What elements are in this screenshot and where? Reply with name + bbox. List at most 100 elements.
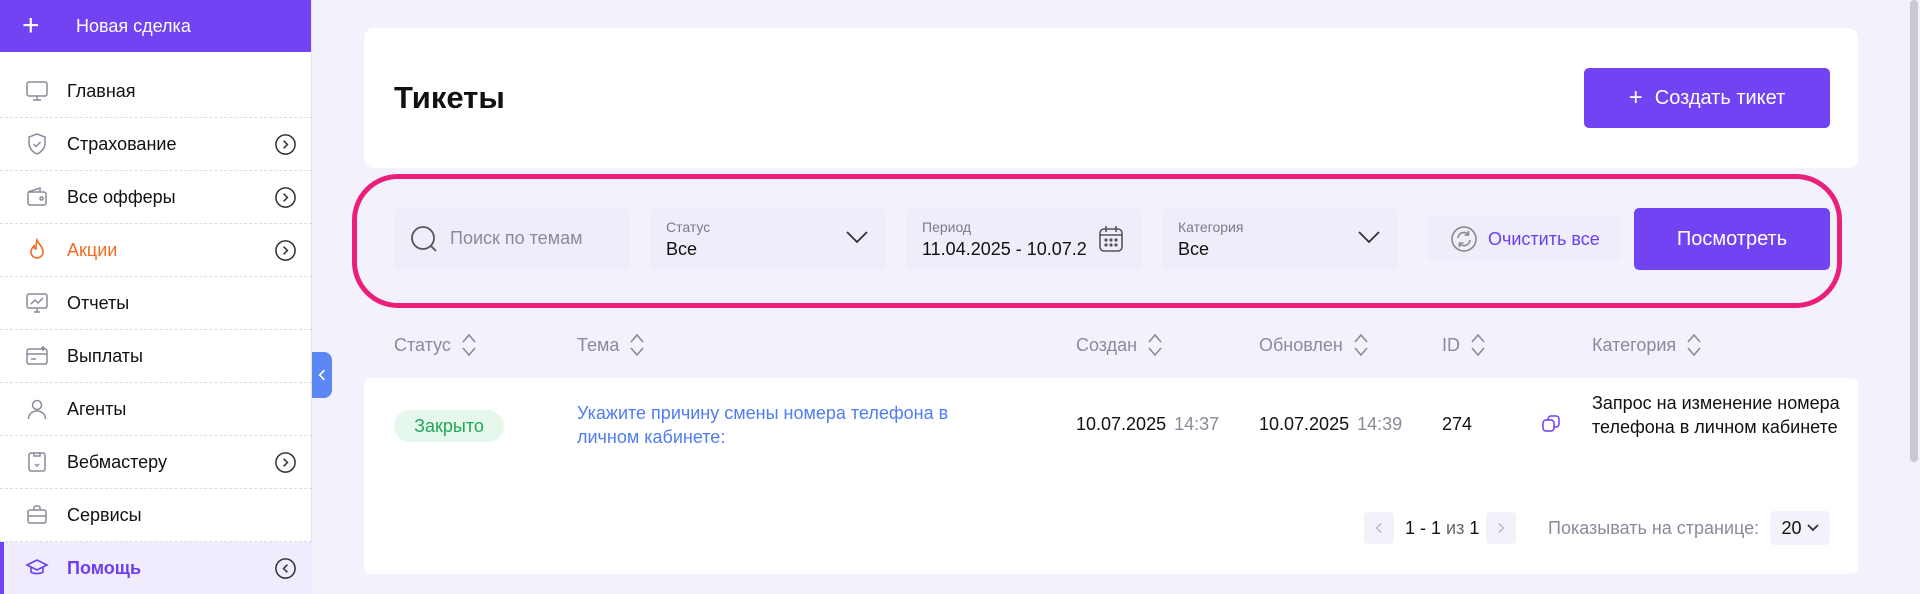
- sidebar-item-label: Акции: [67, 239, 118, 260]
- copy-icon[interactable]: [1541, 414, 1561, 434]
- pagination-of: из: [1446, 518, 1465, 538]
- ticket-topic-link[interactable]: Укажите причину смены номера телефона в …: [577, 401, 1007, 449]
- calendar-icon[interactable]: [1098, 225, 1124, 253]
- sidebar-item-label: Страхование: [67, 133, 177, 154]
- chevron-right-circle-icon[interactable]: [274, 451, 297, 474]
- briefcase-icon: [27, 505, 47, 524]
- page-scrollbar[interactable]: [1910, 0, 1918, 462]
- column-header-category[interactable]: Категория: [1592, 332, 1702, 358]
- monitor-icon: [26, 81, 48, 101]
- sidebar-item-label: Сервисы: [67, 504, 142, 525]
- chevron-right-circle-icon[interactable]: [274, 239, 297, 262]
- new-deal-label: Новая сделка: [76, 15, 191, 36]
- column-header-label: Категория: [1592, 334, 1677, 355]
- create-ticket-button[interactable]: + Создать тикет: [1584, 68, 1830, 128]
- status-select[interactable]: Статус Все: [650, 208, 886, 270]
- sidebar-item-label: Помощь: [67, 557, 142, 578]
- chevron-left-icon: [1375, 522, 1382, 534]
- column-header-updated[interactable]: Обновлен: [1259, 332, 1369, 358]
- new-deal-button[interactable]: + Новая сделка: [0, 0, 311, 52]
- view-button[interactable]: Посмотреть: [1634, 208, 1830, 270]
- sort-icon: [1471, 333, 1485, 357]
- per-page-value: 20: [1781, 517, 1802, 538]
- chart-board-icon: [26, 293, 48, 313]
- payout-card-icon: [26, 346, 48, 365]
- period-picker-value: 11.04.2025 - 10.07.2025: [922, 239, 1086, 259]
- updated-cell: 10.07.2025 14:39: [1259, 414, 1402, 435]
- sidebar-item-webmaster[interactable]: Вебмастеру: [0, 436, 312, 489]
- per-page-label: Показывать на странице:: [1548, 518, 1760, 538]
- sidebar-item-label: Все офферы: [67, 186, 176, 207]
- sidebar-item-offers[interactable]: Все офферы: [0, 171, 312, 224]
- clear-all-label: Очистить все: [1488, 228, 1600, 249]
- sidebar-collapse-handle[interactable]: [312, 352, 332, 398]
- sort-icon: [1148, 333, 1162, 357]
- plus-icon: +: [22, 9, 40, 42]
- chevron-left-icon: [318, 369, 325, 381]
- chevron-down-icon: [846, 231, 868, 244]
- page-title: Тикеты: [394, 80, 505, 115]
- period-picker-label: Период: [922, 219, 972, 235]
- next-page-button[interactable]: [1486, 512, 1516, 544]
- sidebar-item-payouts[interactable]: Выплаты: [0, 330, 312, 383]
- chevron-right-circle-icon[interactable]: [274, 186, 297, 209]
- ticket-id: 274: [1442, 414, 1473, 434]
- chevron-left-circle-icon[interactable]: [274, 557, 297, 580]
- column-header-label: Создан: [1076, 334, 1138, 355]
- sidebar: + Новая сделка Главная Страхование Все о…: [0, 0, 312, 594]
- sort-icon: [1687, 333, 1701, 357]
- fire-icon: [30, 238, 44, 259]
- created-cell: 10.07.2025 14:37: [1076, 414, 1219, 435]
- sidebar-item-label: Вебмастеру: [67, 451, 167, 472]
- prev-page-button[interactable]: [1364, 512, 1394, 544]
- column-header-created[interactable]: Создан: [1076, 332, 1163, 358]
- create-ticket-label: Создать тикет: [1654, 86, 1786, 109]
- sort-icon: [630, 333, 644, 357]
- column-header-topic[interactable]: Тема: [577, 332, 645, 358]
- sidebar-item-agents[interactable]: Агенты: [0, 383, 312, 436]
- created-date: 10.07.2025: [1076, 414, 1167, 434]
- chevron-down-icon: [1806, 524, 1819, 532]
- period-picker[interactable]: Период 11.04.2025 - 10.07.2025: [906, 208, 1142, 270]
- page-header: Тикеты + Создать тикет: [364, 28, 1858, 168]
- chevron-down-icon: [1358, 231, 1380, 244]
- graduation-cap-icon: [25, 559, 49, 575]
- status-select-value: Все: [666, 239, 698, 259]
- column-header-id[interactable]: ID: [1442, 332, 1486, 358]
- pagination-total: 1: [1469, 518, 1480, 538]
- sidebar-item-help[interactable]: Помощь: [0, 542, 312, 594]
- sidebar-item-label: Выплаты: [67, 345, 143, 366]
- column-header-label: ID: [1442, 334, 1460, 355]
- sidebar-item-insurance[interactable]: Страхование: [0, 118, 312, 171]
- sidebar-item-services[interactable]: Сервисы: [0, 489, 312, 542]
- status-select-label: Статус: [666, 219, 711, 235]
- sidebar-item-promotions[interactable]: Акции: [0, 224, 312, 277]
- column-header-label: Обновлен: [1259, 334, 1343, 355]
- category-select[interactable]: Категория Все: [1162, 208, 1398, 270]
- column-header-label: Статус: [394, 334, 451, 355]
- pagination-info: 1 - 1 из 1: [1405, 518, 1479, 539]
- search-icon: [411, 226, 437, 252]
- webmaster-icon: [28, 452, 46, 472]
- pagination-range: 1 - 1: [1405, 518, 1442, 538]
- ticket-category: Запрос на изменение номера телефона в ли…: [1592, 393, 1840, 437]
- chevron-right-circle-icon[interactable]: [274, 133, 297, 156]
- sidebar-item-label: Агенты: [67, 398, 127, 419]
- search-input[interactable]: Поиск по темам: [394, 208, 630, 270]
- created-time: 14:37: [1174, 414, 1220, 434]
- updated-date: 10.07.2025: [1259, 414, 1350, 434]
- per-page-select[interactable]: 20: [1770, 511, 1830, 545]
- plus-icon: +: [1628, 84, 1643, 111]
- sidebar-item-home[interactable]: Главная: [0, 65, 312, 118]
- shield-icon: [28, 133, 46, 155]
- search-placeholder: Поиск по темам: [450, 228, 583, 248]
- clear-all-button[interactable]: Очистить все: [1428, 216, 1620, 262]
- sort-icon: [462, 333, 476, 357]
- sidebar-item-label: Отчеты: [67, 292, 130, 313]
- column-header-status[interactable]: Статус: [394, 332, 477, 358]
- refresh-icon: [1451, 226, 1477, 252]
- sidebar-item-label: Главная: [67, 80, 136, 101]
- updated-time: 14:39: [1357, 414, 1403, 434]
- user-icon: [27, 399, 47, 420]
- sidebar-item-reports[interactable]: Отчеты: [0, 277, 312, 330]
